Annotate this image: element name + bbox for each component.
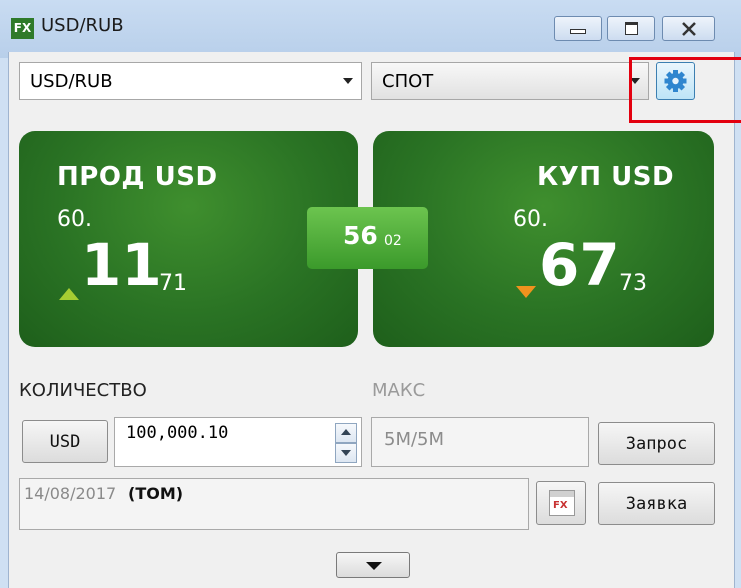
chevron-down-icon <box>343 78 353 84</box>
minimize-button[interactable] <box>554 16 602 41</box>
value-date-field: 14/08/2017 (TOM) <box>19 478 529 530</box>
quantity-value: 100,000.10 <box>126 423 229 443</box>
tick-up-icon <box>59 288 79 300</box>
currency-pair-value: USD/RUB <box>30 71 113 92</box>
expand-button[interactable] <box>336 552 410 578</box>
currency-pair-select[interactable]: USD/RUB <box>19 62 362 100</box>
buy-price-pips: 73 <box>619 271 647 296</box>
highlight-box <box>629 57 741 123</box>
chevron-up-icon <box>341 429 351 435</box>
value-date: 14/08/2017 <box>24 484 117 503</box>
calendar-icon: FX <box>549 490 575 516</box>
max-label: МАКС <box>372 380 426 401</box>
stepper-up-button[interactable] <box>335 423 357 443</box>
quantity-input[interactable]: 100,000.10 <box>114 417 362 467</box>
currency-toggle-button[interactable]: USD <box>22 420 108 463</box>
request-button[interactable]: Запрос <box>598 422 715 465</box>
chevron-down-icon <box>341 450 351 456</box>
spread-small: 02 <box>384 233 402 249</box>
close-icon <box>681 21 696 36</box>
fx-logo-icon: FX <box>11 18 34 39</box>
sell-price-prefix: 60. <box>57 207 92 232</box>
maximize-button[interactable] <box>607 16 655 41</box>
max-amount-value: 5M/5M <box>384 429 445 450</box>
spread-big: 56 <box>343 221 378 250</box>
maximize-icon <box>624 22 638 35</box>
buy-price-big: 67 <box>539 231 620 299</box>
value-date-tenor: (TOM) <box>128 484 184 503</box>
tenor-value: СПОТ <box>382 71 434 92</box>
tenor-select[interactable]: СПОТ <box>371 62 649 100</box>
fx-calendar-button[interactable]: FX <box>536 481 586 525</box>
sell-label: ПРОД USD <box>57 162 218 192</box>
buy-price-prefix: 60. <box>513 207 548 232</box>
buy-label: КУП USD <box>537 162 675 192</box>
spread-badge: 56 02 <box>307 207 428 269</box>
quantity-stepper[interactable] <box>335 423 357 463</box>
window-title: USD/RUB <box>41 15 124 36</box>
stepper-down-button[interactable] <box>335 443 357 463</box>
sell-price-pips: 71 <box>159 271 187 296</box>
tick-down-icon <box>516 286 536 298</box>
order-button[interactable]: Заявка <box>598 482 715 525</box>
max-amount-field: 5M/5M <box>371 417 589 467</box>
close-button[interactable] <box>662 16 715 41</box>
minimize-icon <box>570 29 586 34</box>
quantity-label: КОЛИЧЕСТВО <box>19 380 147 401</box>
chevron-down-icon <box>366 562 382 570</box>
sell-price-big: 11 <box>81 231 162 299</box>
